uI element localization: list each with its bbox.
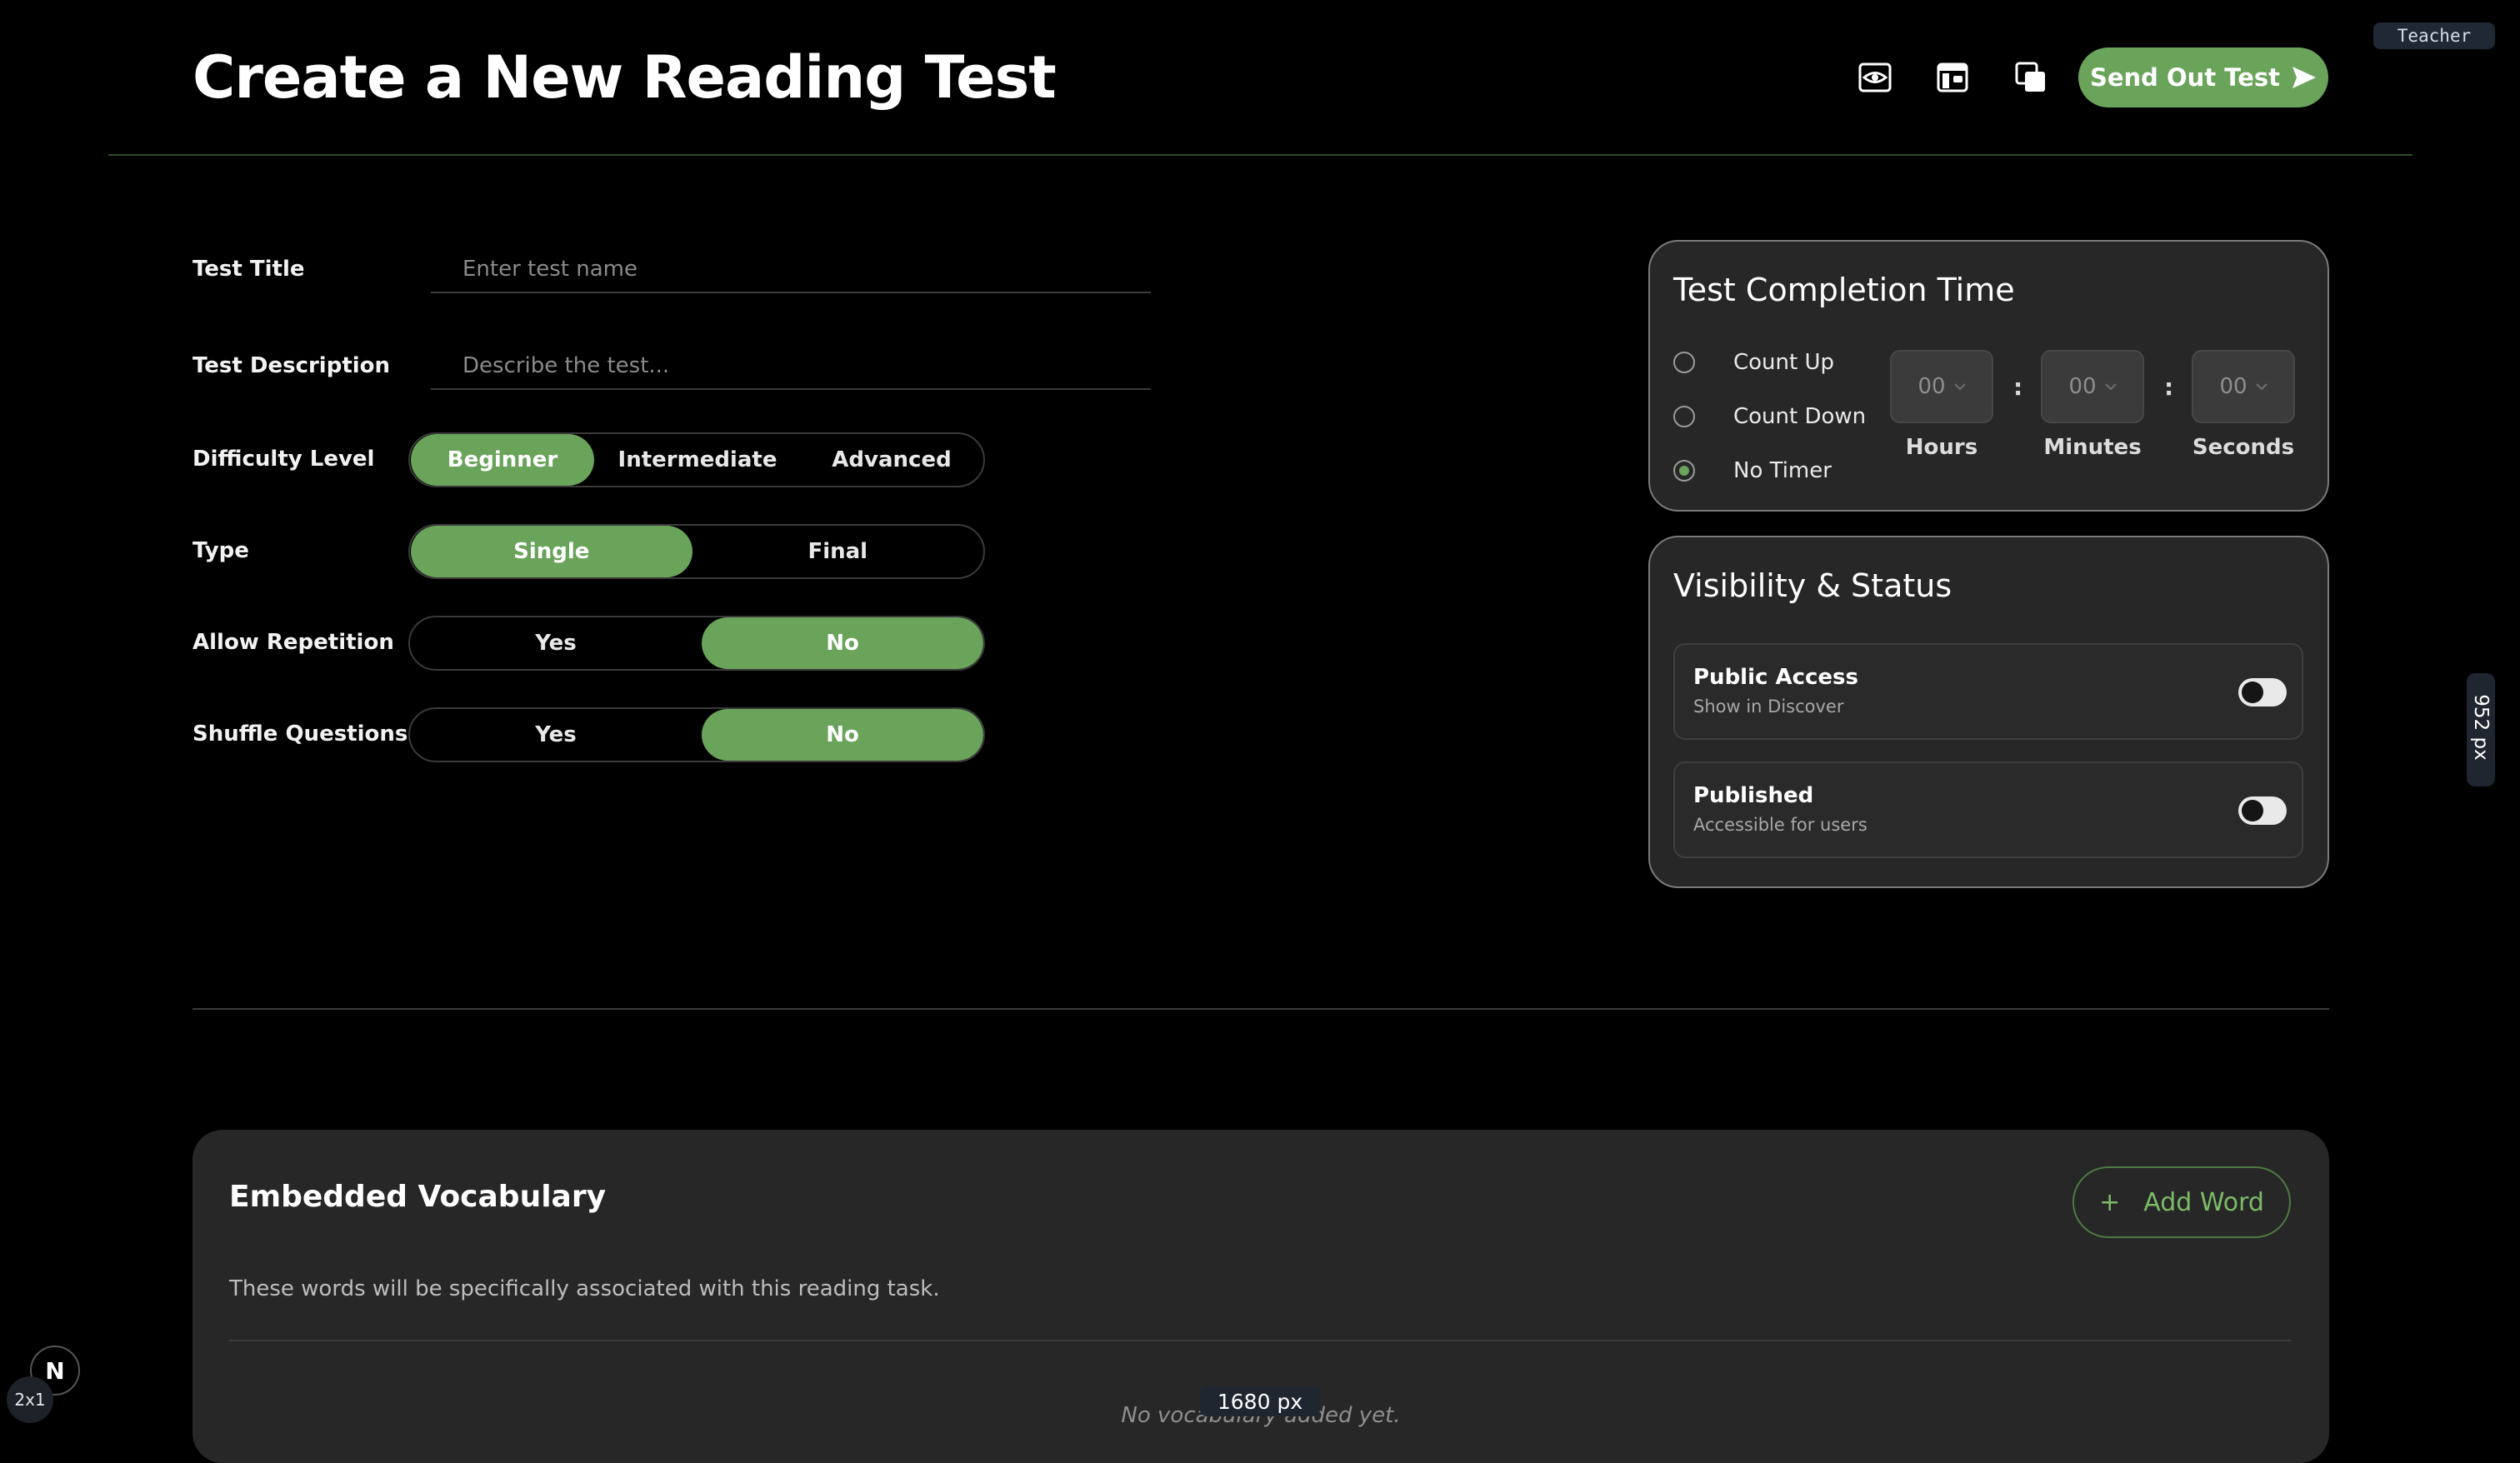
test-description-label: Test Description xyxy=(192,353,391,378)
header-divider xyxy=(108,154,2412,156)
repetition-option-yes[interactable]: Yes xyxy=(410,617,702,669)
preview-eye-icon[interactable] xyxy=(1852,55,1898,100)
test-title-input[interactable]: Enter test name xyxy=(431,247,1151,293)
plus-icon: + xyxy=(2099,1187,2121,1217)
minutes-value: 00 xyxy=(2068,374,2097,399)
add-word-label: Add Word xyxy=(2143,1187,2264,1217)
time-separator: : xyxy=(2013,373,2023,401)
seconds-value: 00 xyxy=(2219,374,2248,399)
chevron-down-icon xyxy=(2255,383,2268,391)
section-divider xyxy=(192,1008,2329,1010)
hours-label: Hours xyxy=(1905,435,1978,460)
count-down-label: Count Down xyxy=(1733,404,1867,429)
shuffle-option-yes[interactable]: Yes xyxy=(410,709,702,761)
type-option-single[interactable]: Single xyxy=(411,526,692,577)
hours-value: 00 xyxy=(1918,374,1946,399)
height-readout: 952 px xyxy=(2467,673,2495,786)
test-description-placeholder: Describe the test... xyxy=(462,353,670,378)
page-title: Create a New Reading Test xyxy=(192,43,1057,112)
radio-count-down[interactable] xyxy=(1673,406,1695,427)
no-timer-label: No Timer xyxy=(1733,458,1832,483)
layout-icon[interactable] xyxy=(1930,55,1975,100)
shuffle-label: Shuffle Questions xyxy=(192,722,408,746)
timer-card-title: Test Completion Time xyxy=(1673,272,2015,308)
chevron-down-icon xyxy=(2104,383,2117,391)
add-word-button[interactable]: + Add Word xyxy=(2072,1166,2291,1238)
role-badge: Teacher xyxy=(2373,22,2495,49)
shuffle-selector: Yes No xyxy=(408,707,985,762)
difficulty-option-advanced[interactable]: Advanced xyxy=(801,434,982,486)
radio-count-up[interactable] xyxy=(1673,352,1695,373)
radio-no-timer[interactable] xyxy=(1673,460,1695,482)
repetition-option-no[interactable]: No xyxy=(702,617,983,669)
zoom-badge: 2x1 xyxy=(7,1376,53,1423)
shuffle-option-no[interactable]: No xyxy=(702,709,983,761)
chevron-down-icon xyxy=(1953,383,1966,391)
test-description-input[interactable]: Describe the test... xyxy=(431,343,1151,390)
hours-select[interactable]: 00 xyxy=(1890,350,1993,423)
send-out-test-button[interactable]: Send Out Test xyxy=(2078,47,2328,107)
repetition-label: Allow Repetition xyxy=(192,630,394,655)
public-access-label: Public Access xyxy=(1693,665,1858,690)
time-separator: : xyxy=(2164,373,2174,401)
send-out-test-label: Send Out Test xyxy=(2089,63,2281,92)
difficulty-option-intermediate[interactable]: Intermediate xyxy=(594,434,801,486)
published-label: Published xyxy=(1693,783,1814,808)
published-row: Published Accessible for users xyxy=(1673,761,2303,858)
repetition-selector: Yes No xyxy=(408,616,985,671)
difficulty-selector: Beginner Intermediate Advanced xyxy=(408,432,985,487)
published-toggle[interactable] xyxy=(2238,796,2287,825)
timer-option-count-up[interactable]: Count Up xyxy=(1673,350,1834,375)
minutes-label: Minutes xyxy=(2043,435,2142,460)
visibility-card-title: Visibility & Status xyxy=(1673,567,1952,604)
vocabulary-divider xyxy=(229,1340,2291,1341)
published-sub: Accessible for users xyxy=(1693,815,1868,835)
vocabulary-title: Embedded Vocabulary xyxy=(229,1180,607,1214)
height-readout-text: 952 px xyxy=(2470,694,2492,761)
type-option-final[interactable]: Final xyxy=(692,526,983,577)
send-arrow-icon xyxy=(2292,67,2317,88)
type-label: Type xyxy=(192,538,249,563)
seconds-label: Seconds xyxy=(2192,435,2295,460)
width-readout: 1680 px xyxy=(1200,1386,1320,1416)
difficulty-option-beginner[interactable]: Beginner xyxy=(411,434,594,486)
count-up-label: Count Up xyxy=(1733,350,1835,375)
type-selector: Single Final xyxy=(408,524,985,579)
copy-icon[interactable] xyxy=(2008,55,2053,100)
public-access-row: Public Access Show in Discover xyxy=(1673,643,2303,740)
timer-option-count-down[interactable]: Count Down xyxy=(1673,404,1866,429)
minutes-select[interactable]: 00 xyxy=(2041,350,2144,423)
test-title-placeholder: Enter test name xyxy=(462,257,638,282)
difficulty-label: Difficulty Level xyxy=(192,447,375,472)
public-access-toggle[interactable] xyxy=(2238,678,2287,707)
timer-option-no-timer[interactable]: No Timer xyxy=(1673,458,1832,483)
public-access-sub: Show in Discover xyxy=(1693,697,1844,717)
test-title-label: Test Title xyxy=(192,257,305,282)
vocabulary-description: These words will be specifically associa… xyxy=(229,1276,940,1301)
timer-card: Test Completion Time Count Up Count Down… xyxy=(1648,240,2329,512)
seconds-select[interactable]: 00 xyxy=(2192,350,2295,423)
